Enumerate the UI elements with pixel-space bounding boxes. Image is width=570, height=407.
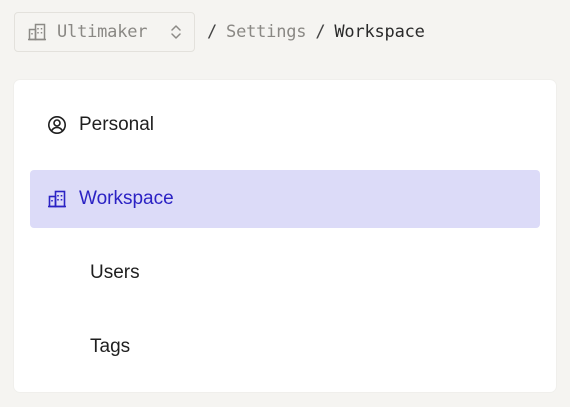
- org-switcher-button[interactable]: Ultimaker: [14, 12, 195, 52]
- breadcrumb-separator: /: [315, 22, 326, 42]
- nav-item-label: Tags: [90, 336, 131, 357]
- nav-item-personal[interactable]: Personal: [30, 96, 540, 154]
- chevron-up-down-icon: [168, 22, 184, 42]
- user-circle-icon: [46, 114, 68, 136]
- building-icon: [27, 22, 47, 42]
- building-icon: [46, 188, 68, 210]
- nav-item-label: Users: [90, 262, 140, 283]
- nav-item-workspace[interactable]: Workspace: [30, 170, 540, 228]
- breadcrumb-current: Workspace: [334, 22, 425, 42]
- nav-item-users[interactable]: Users: [30, 244, 540, 302]
- breadcrumb-separator: /: [207, 22, 218, 42]
- breadcrumb-settings-link[interactable]: Settings: [226, 22, 306, 42]
- nav-item-label: Personal: [79, 114, 154, 135]
- org-name: Ultimaker: [57, 22, 148, 42]
- nav-item-tags[interactable]: Tags: [30, 318, 540, 376]
- breadcrumb: Ultimaker / Settings / Workspace: [14, 12, 425, 52]
- settings-nav-panel: Personal Workspace Users Tags: [14, 80, 556, 392]
- nav-item-label: Workspace: [79, 188, 174, 209]
